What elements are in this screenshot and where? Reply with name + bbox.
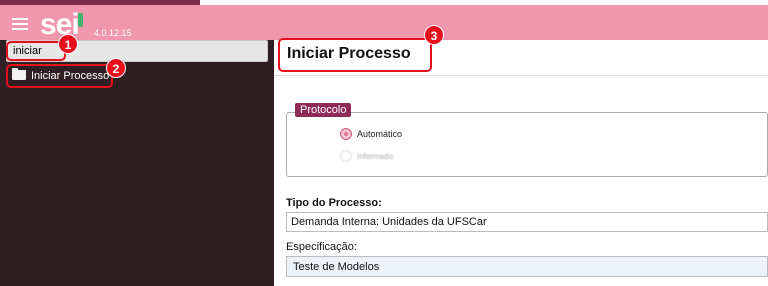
radio-automatico[interactable]	[340, 128, 352, 140]
tipo-processo-label: Tipo do Processo:	[286, 197, 382, 209]
radio-automatico-label: Automático	[357, 129, 403, 139]
radio-informado[interactable]	[340, 150, 352, 162]
callout-badge-3: 3	[424, 25, 444, 45]
main-content: Iniciar Processo Protocolo Automático In…	[274, 40, 768, 286]
version-label: 4.0.12.15	[94, 28, 132, 38]
protocolo-fieldset	[286, 112, 768, 177]
radio-informado-label: Informado	[357, 152, 394, 161]
callout-badge-1: 1	[58, 34, 78, 54]
especificacao-label: Especificação:	[286, 241, 357, 253]
callout-box-search	[6, 41, 66, 61]
especificacao-value: Teste de Modelos	[293, 261, 380, 273]
callout-box-title	[278, 38, 432, 72]
protocolo-legend: Protocolo	[295, 103, 352, 117]
logo-accent-mark	[78, 13, 83, 27]
top-bar: sei 4.0.12.15	[0, 5, 768, 40]
tipo-processo-value: Demanda Interna: Unidades da UFSCar	[291, 216, 487, 228]
hamburger-menu-icon[interactable]	[12, 18, 28, 30]
especificacao-field[interactable]: Teste de Modelos	[286, 256, 768, 277]
callout-box-menu-item	[6, 64, 113, 88]
callout-badge-2: 2	[106, 58, 126, 78]
tipo-processo-field[interactable]: Demanda Interna: Unidades da UFSCar	[286, 212, 768, 232]
